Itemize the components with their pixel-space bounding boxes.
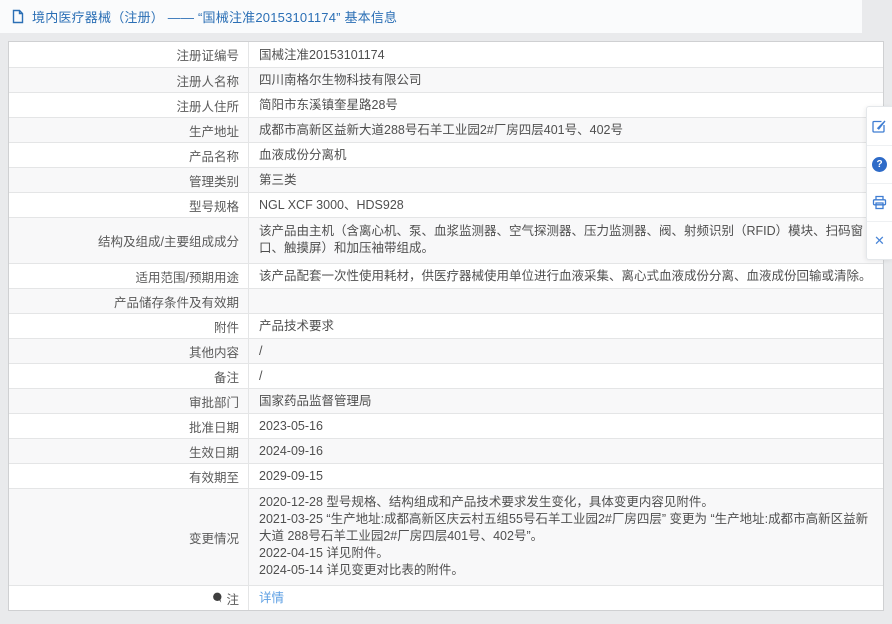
change-line: 2020-12-28 型号规格、结构组成和产品技术要求发生变化，具体变更内容见附… [259, 495, 714, 509]
row-value: 国家药品监督管理局 [259, 394, 372, 408]
row-label: 注册人住所 [9, 93, 249, 117]
row-label: 附件 [9, 314, 249, 338]
row-label: 生效日期 [9, 439, 249, 463]
row-value: 该产品配套一次性使用耗材，供医疗器械使用单位进行血液采集、离心式血液成份分离、血… [259, 269, 872, 283]
close-button[interactable]: ✕ [867, 221, 892, 259]
table-row: 适用范围/预期用途 该产品配套一次性使用耗材，供医疗器械使用单位进行血液采集、离… [9, 263, 883, 288]
row-value: 第三类 [259, 173, 297, 187]
row-value: 产品技术要求 [259, 319, 335, 333]
edit-button[interactable] [867, 107, 892, 145]
table-row: 型号规格 NGL XCF 3000、HDS928 [9, 192, 883, 217]
row-value: 简阳市东溪镇奎星路28号 [259, 98, 398, 112]
table-row: 注 详情 [9, 585, 883, 610]
table-row: 有效期至 2029-09-15 [9, 463, 883, 488]
row-value: 2023-05-16 [259, 419, 323, 433]
table-row: 产品储存条件及有效期 [9, 288, 883, 313]
table-row: 结构及组成/主要组成成分 该产品由主机（含离心机、泵、血浆监测器、空气探测器、压… [9, 217, 883, 263]
close-icon: ✕ [874, 233, 885, 248]
note-pin-icon [213, 592, 222, 603]
change-line: 2024-05-14 详见变更对比表的附件。 [259, 563, 464, 577]
row-label: 产品名称 [9, 143, 249, 167]
table-row: 生效日期 2024-09-16 [9, 438, 883, 463]
row-label: 管理类别 [9, 168, 249, 192]
row-value: 2024-09-16 [259, 444, 323, 458]
registration-table: 注册证编号 国械注准20153101174 注册人名称 四川南格尔生物科技有限公… [8, 41, 884, 611]
row-label: 生产地址 [9, 118, 249, 142]
table-row: 产品名称 血液成份分离机 [9, 142, 883, 167]
row-label: 变更情况 [9, 489, 249, 585]
print-button[interactable] [867, 183, 892, 221]
change-line: 2021-03-25 “生产地址:成都高新区庆云村五组55号石羊工业园2#厂房四… [259, 512, 869, 543]
change-line: 2022-04-15 详见附件。 [259, 546, 389, 560]
row-label: 有效期至 [9, 464, 249, 488]
table-row: 审批部门 国家药品监督管理局 [9, 388, 883, 413]
row-value: 详情 [249, 586, 883, 610]
table-row: 管理类别 第三类 [9, 167, 883, 192]
page-title: 境内医疗器械（注册） —— “国械注准20153101174” 基本信息 [32, 10, 398, 25]
row-value: 该产品由主机（含离心机、泵、血浆监测器、空气探测器、压力监测器、阀、射频识别（R… [259, 224, 864, 255]
row-label: 注册证编号 [9, 42, 249, 67]
table-row: 注册人名称 四川南格尔生物科技有限公司 [9, 67, 883, 92]
row-label: 型号规格 [9, 193, 249, 217]
table-row: 生产地址 成都市高新区益新大道288号石羊工业园2#厂房四层401号、402号 [9, 117, 883, 142]
row-value: 血液成份分离机 [259, 148, 347, 162]
row-value: 成都市高新区益新大道288号石羊工业园2#厂房四层401号、402号 [259, 123, 623, 137]
page-header: 境内医疗器械（注册） —— “国械注准20153101174” 基本信息 [0, 0, 862, 33]
help-icon: ? [872, 157, 887, 172]
row-label: 注 [9, 586, 249, 610]
table-row: 批准日期 2023-05-16 [9, 413, 883, 438]
table-row: 附件 产品技术要求 [9, 313, 883, 338]
detail-link[interactable]: 详情 [259, 590, 284, 606]
row-label: 注册人名称 [9, 68, 249, 92]
row-label: 审批部门 [9, 389, 249, 413]
help-button[interactable]: ? [867, 145, 892, 183]
row-value: 国械注准20153101174 [259, 47, 385, 62]
table-row: 变更情况 2020-12-28 型号规格、结构组成和产品技术要求发生变化，具体变… [9, 488, 883, 585]
row-value [249, 289, 883, 313]
row-value: / [259, 344, 263, 358]
row-value: / [259, 369, 263, 383]
document-icon [12, 9, 24, 24]
row-label: 批准日期 [9, 414, 249, 438]
table-row: 注册证编号 国械注准20153101174 [9, 42, 883, 67]
table-row: 备注 / [9, 363, 883, 388]
change-record: 2020-12-28 型号规格、结构组成和产品技术要求发生变化，具体变更内容见附… [249, 489, 883, 585]
row-label: 其他内容 [9, 339, 249, 363]
row-value: 2029-09-15 [259, 469, 323, 483]
row-label: 结构及组成/主要组成成分 [9, 218, 249, 263]
edit-icon [872, 120, 886, 133]
row-label: 备注 [9, 364, 249, 388]
table-row: 注册人住所 简阳市东溪镇奎星路28号 [9, 92, 883, 117]
print-icon [872, 195, 887, 210]
row-value: 四川南格尔生物科技有限公司 [259, 73, 422, 87]
table-row: 其他内容 / [9, 338, 883, 363]
row-value: NGL XCF 3000、HDS928 [259, 198, 404, 212]
floating-toolbar: ? ✕ [866, 106, 892, 260]
row-label: 适用范围/预期用途 [9, 264, 249, 288]
row-label: 产品储存条件及有效期 [9, 289, 249, 313]
